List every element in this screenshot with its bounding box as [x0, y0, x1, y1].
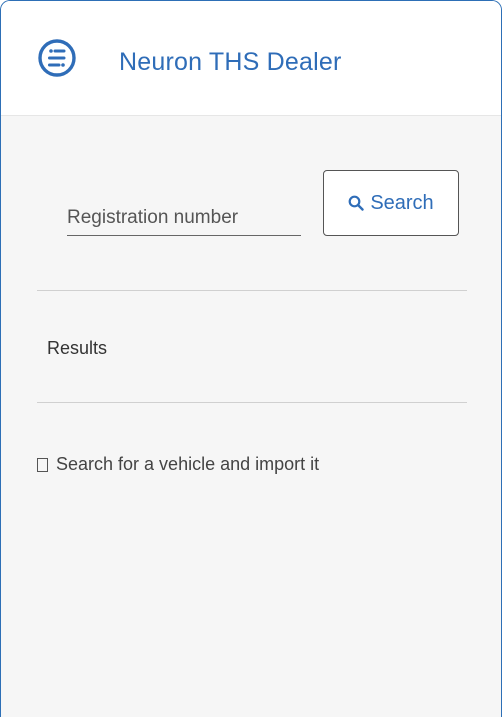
main-content: Search Results Search for a vehicle and … — [1, 116, 501, 717]
divider — [37, 290, 467, 291]
app-header: Neuron THS Dealer — [1, 1, 501, 116]
divider — [37, 402, 467, 403]
empty-state-message: Search for a vehicle and import it — [56, 454, 320, 474]
menu-lines-circle-icon[interactable] — [37, 38, 77, 78]
missing-glyph-icon — [37, 457, 48, 472]
empty-state: Search for a vehicle and import it — [37, 454, 319, 475]
search-button[interactable]: Search — [323, 170, 459, 236]
results-heading: Results — [47, 338, 108, 358]
search-icon — [348, 195, 365, 211]
app-window: Neuron THS Dealer Search Results Search … — [0, 0, 502, 717]
app-title: Neuron THS Dealer — [119, 48, 342, 76]
search-button-label: Search — [370, 191, 434, 214]
registration-number-input[interactable] — [67, 201, 301, 236]
